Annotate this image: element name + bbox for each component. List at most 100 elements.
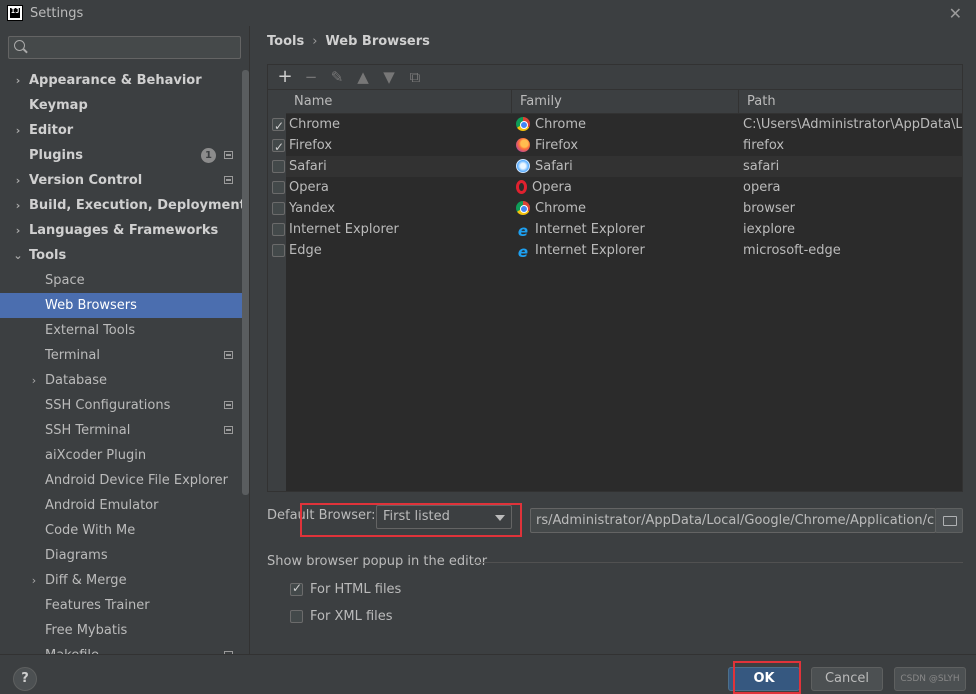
sidebar-item-editor[interactable]: › Editor [0, 118, 242, 143]
sidebar-item-android-emulator[interactable]: Android Emulator [0, 493, 242, 518]
sidebar-scrollbar[interactable] [242, 70, 249, 495]
table-row[interactable]: Firefox Firefox firefox [272, 135, 962, 158]
column-header-family[interactable]: Family [512, 90, 739, 114]
sidebar-item-keymap[interactable]: Keymap [0, 93, 242, 118]
table-row[interactable]: Opera Opera opera [272, 177, 962, 198]
sidebar-item-external-tools[interactable]: External Tools [0, 318, 242, 343]
sidebar-item-android-device-file-explorer[interactable]: Android Device File Explorer [0, 468, 242, 493]
browser-path: firefox [743, 138, 785, 153]
move-down-icon[interactable]: ▼ [378, 67, 400, 87]
column-header-path[interactable]: Path [739, 90, 962, 114]
browser-family: Opera [532, 180, 572, 195]
sidebar-item-free-mybatis[interactable]: Free Mybatis [0, 618, 242, 643]
browser-enabled-checkbox[interactable] [272, 223, 285, 236]
search-input[interactable] [8, 36, 241, 59]
move-up-icon[interactable]: ▲ [352, 67, 374, 87]
table-row[interactable]: Safari Safari safari [272, 156, 962, 177]
sidebar-item-tools[interactable]: ⌄ Tools [0, 243, 242, 268]
sidebar-item-version-control[interactable]: › Version Control [0, 168, 242, 193]
sidebar-item-label: Editor [29, 123, 74, 138]
table-body: Chrome Chrome C:\Users\Administrator\AppDa… [272, 114, 962, 261]
chevron-right-icon[interactable]: › [13, 193, 23, 218]
browser-path-field[interactable]: rs/Administrator/AppData/Local/Google/Ch… [530, 508, 936, 533]
column-header-name[interactable]: Name [286, 90, 512, 114]
apply-button[interactable]: CSDN @SLYH [894, 667, 966, 691]
browse-folder-button[interactable] [935, 508, 963, 533]
sidebar-item-database[interactable]: › Database [0, 368, 242, 393]
sidebar-item-ssh-configurations[interactable]: SSH Configurations [0, 393, 242, 418]
browser-path: microsoft-edge [743, 243, 841, 258]
sidebar-item-label: Code With Me [45, 523, 136, 538]
browser-enabled-checkbox[interactable] [272, 116, 285, 137]
dialog-button-bar: ? OK Cancel CSDN @SLYH [0, 654, 976, 694]
browser-enabled-checkbox[interactable] [272, 160, 285, 173]
table-row[interactable]: Internet Explorer e Internet Explorer iexpl… [272, 219, 962, 240]
browser-name-cell: Opera [272, 177, 512, 198]
chevron-right-icon[interactable]: › [29, 568, 39, 593]
browser-enabled-checkbox[interactable] [272, 181, 285, 194]
browser-name: Opera [289, 180, 329, 195]
sidebar-item-label: SSH Configurations [45, 398, 171, 413]
sidebar-item-appearance-behavior[interactable]: › Appearance & Behavior [0, 68, 242, 93]
intellij-app-icon: IJ [7, 5, 23, 21]
browser-path: safari [743, 159, 780, 174]
xml-files-option[interactable]: For XML files [290, 609, 393, 624]
browser-family: Chrome [535, 117, 586, 132]
browser-name-cell: Yandex [272, 198, 512, 219]
sidebar-item-label: Diagrams [45, 548, 108, 563]
web-browsers-panel: Tools › Web Browsers + − ✎ ▲ ▼ ⧉ Name Fami… [251, 26, 976, 654]
edit-icon[interactable]: ✎ [326, 67, 348, 87]
sidebar-item-label: Terminal [45, 348, 100, 363]
html-files-checkbox[interactable] [290, 581, 303, 596]
sidebar-item-diagrams[interactable]: Diagrams [0, 543, 242, 568]
sidebar-item-diff-merge[interactable]: › Diff & Merge [0, 568, 242, 593]
help-button[interactable]: ? [13, 667, 37, 691]
browser-family-cell: Opera [512, 177, 739, 198]
add-icon[interactable]: + [274, 67, 296, 87]
chevron-right-icon[interactable]: › [13, 218, 23, 243]
browser-family: Chrome [535, 201, 586, 216]
sidebar-item-space[interactable]: Space [0, 268, 242, 293]
sidebar-item-label: Diff & Merge [45, 573, 127, 588]
html-files-option[interactable]: For HTML files [290, 581, 401, 597]
sidebar-item-ssh-terminal[interactable]: SSH Terminal [0, 418, 242, 443]
browser-enabled-checkbox[interactable] [272, 244, 285, 257]
breadcrumb-current: Web Browsers [325, 34, 430, 49]
project-level-icon [224, 176, 233, 184]
browser-path: browser [743, 201, 796, 216]
sidebar-item-plugins[interactable]: Plugins 1 [0, 143, 242, 168]
table-row[interactable]: Yandex Chrome browser [272, 198, 962, 219]
chevron-right-icon[interactable]: › [13, 118, 23, 143]
browser-name: Chrome [289, 117, 340, 132]
sidebar-item-aixcoder-plugin[interactable]: aiXcoder Plugin [0, 443, 242, 468]
browser-enabled-checkbox[interactable] [272, 202, 285, 215]
sidebar-item-terminal[interactable]: Terminal [0, 343, 242, 368]
browser-path: iexplore [743, 222, 795, 237]
table-row[interactable]: Chrome Chrome C:\Users\Administrator\AppDa… [272, 114, 962, 137]
browser-name-cell: Edge [272, 240, 512, 261]
sidebar-item-label: Free Mybatis [45, 623, 128, 638]
sidebar-item-code-with-me[interactable]: Code With Me [0, 518, 242, 543]
chevron-right-icon[interactable]: › [29, 368, 39, 393]
breadcrumb-parent[interactable]: Tools [267, 34, 304, 49]
xml-files-checkbox[interactable] [290, 610, 303, 623]
chevron-right-icon[interactable]: › [13, 168, 23, 193]
sidebar-item-languages-frameworks[interactable]: › Languages & Frameworks [0, 218, 242, 243]
sidebar-item-features-trainer[interactable]: Features Trainer [0, 593, 242, 618]
table-header: Name Family Path [286, 90, 962, 114]
copy-icon[interactable]: ⧉ [404, 67, 426, 87]
browser-family: Internet Explorer [535, 243, 645, 258]
remove-icon[interactable]: − [300, 67, 322, 87]
table-row[interactable]: Edge e Internet Explorer microsoft-edge [272, 240, 962, 261]
sidebar-item-label: Keymap [29, 98, 88, 113]
sidebar-item-label: Android Device File Explorer [45, 473, 228, 488]
chevron-right-icon[interactable]: › [13, 68, 23, 93]
chevron-down-icon[interactable]: ⌄ [13, 243, 23, 268]
sidebar-item-build-execution-deployment[interactable]: › Build, Execution, Deployment [0, 193, 246, 218]
sidebar-item-web-browsers[interactable]: Web Browsers [0, 293, 242, 318]
cancel-button[interactable]: Cancel [811, 667, 883, 691]
sidebar-item-label: Database [45, 373, 108, 388]
sidebar-item-label: Languages & Frameworks [29, 223, 219, 238]
browser-enabled-checkbox[interactable] [272, 137, 285, 158]
close-icon[interactable]: ✕ [949, 4, 962, 23]
